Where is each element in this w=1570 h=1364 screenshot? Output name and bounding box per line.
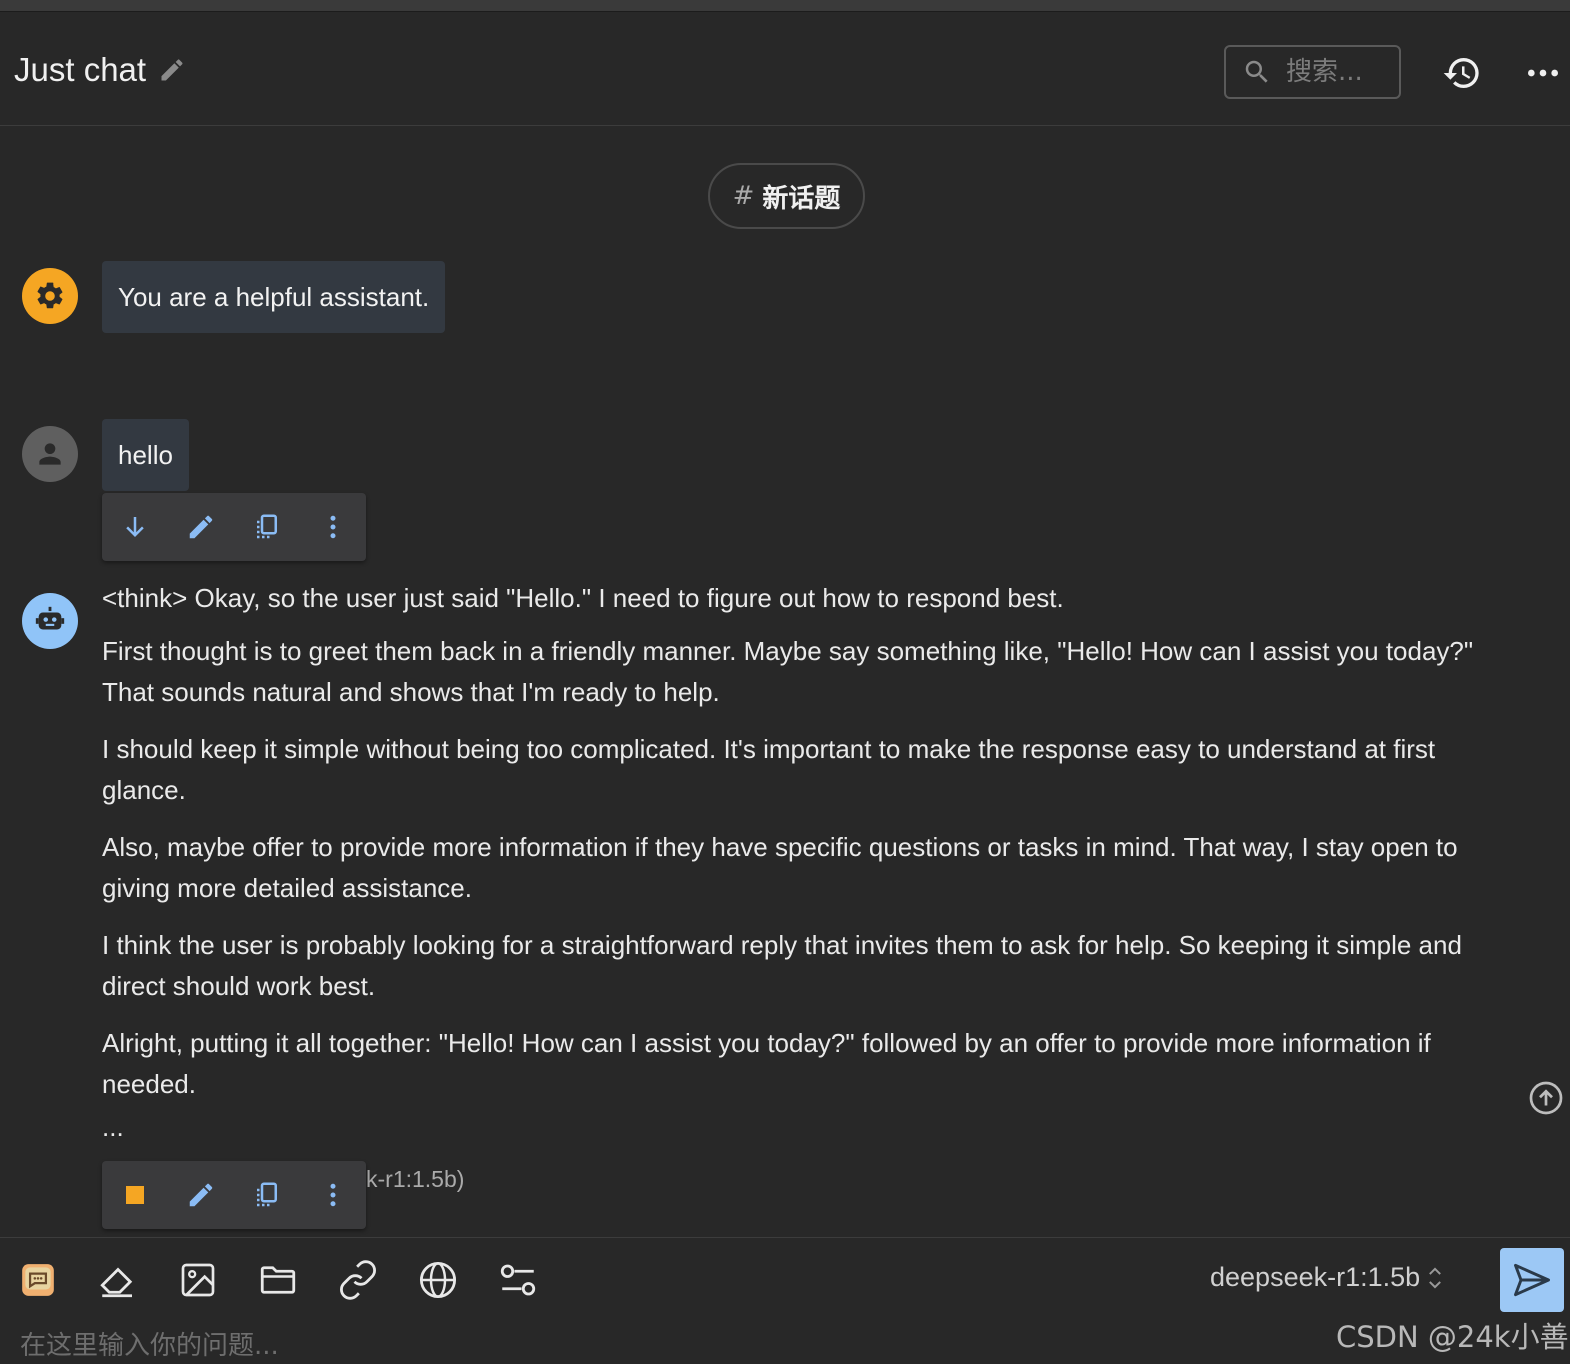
reply-model-tag: k-r1:1.5b) [366,1166,465,1192]
send-button[interactable] [1500,1248,1564,1312]
person-icon [34,438,66,470]
user-message-text: hello [118,439,173,470]
image-icon[interactable] [176,1258,220,1302]
chat-title: Just chat [14,51,186,89]
pencil-icon[interactable] [158,56,186,84]
user-message-toolbar [102,493,366,561]
robot-icon [33,604,67,638]
model-selector-label: deepseek-r1:1.5b [1210,1262,1421,1292]
prompt-input[interactable] [20,1328,1020,1364]
history-icon[interactable] [1442,53,1482,93]
new-topic-label: 新话题 [762,183,841,214]
model-selector[interactable]: deepseek-r1:1.5b [1210,1262,1444,1293]
user-avatar [22,426,78,482]
copy-icon[interactable] [234,1162,300,1228]
user-message-bubble: hello [102,419,189,491]
input-bar: deepseek-r1:1.5b [0,1237,1570,1364]
hash-icon: # [732,181,755,211]
system-message-text: You are a helpful assistant. [118,281,430,312]
window-top-strip [0,0,1570,12]
new-topic-chip[interactable]: # 新话题 [708,163,865,229]
settings-sliders-icon[interactable] [496,1258,540,1302]
more-vertical-icon[interactable] [300,1162,366,1228]
arrow-down-icon[interactable] [102,494,168,560]
reply-paragraph: <think> Okay, so the user just said "Hel… [102,583,1064,613]
reply-paragraph: I should keep it simple without being to… [102,734,1436,805]
globe-icon[interactable] [416,1258,460,1302]
edit-icon[interactable] [168,494,234,560]
header: Just chat [0,13,1570,126]
reply-paragraph: I think the user is probably looking for… [102,930,1462,1001]
gear-icon [34,280,66,312]
stop-icon[interactable] [102,1162,168,1228]
reply-paragraph: Also, maybe offer to provide more inform… [102,832,1458,903]
chat-title-text: Just chat [14,51,147,88]
system-avatar [22,268,78,324]
chevron-updown-icon [1426,1265,1444,1291]
more-vertical-icon[interactable] [300,494,366,560]
more-horizontal-icon[interactable] [1523,53,1563,93]
search-input[interactable] [1286,57,1396,87]
reply-paragraph: Alright, putting it all together: "Hello… [102,1028,1431,1099]
watermark: CSDN @24k小善 [1336,1320,1569,1354]
system-message-bubble: You are a helpful assistant. [102,261,446,333]
scroll-up-icon[interactable] [1528,1080,1564,1116]
search-box[interactable] [1224,45,1401,99]
copy-icon[interactable] [234,494,300,560]
reply-paragraph: First thought is to greet them back in a… [102,636,1474,707]
reply-ellipsis: ... [102,1112,124,1142]
assistant-message-toolbar [102,1161,366,1229]
assistant-avatar [22,593,78,649]
chat-bubble-icon[interactable] [16,1258,60,1302]
edit-icon[interactable] [168,1162,234,1228]
link-icon[interactable] [336,1258,380,1302]
eraser-icon[interactable] [96,1258,140,1302]
send-icon [1510,1258,1554,1302]
assistant-message: <think> Okay, so the user just said "Hel… [102,578,1522,1121]
search-icon [1242,57,1272,87]
folder-icon[interactable] [256,1258,300,1302]
